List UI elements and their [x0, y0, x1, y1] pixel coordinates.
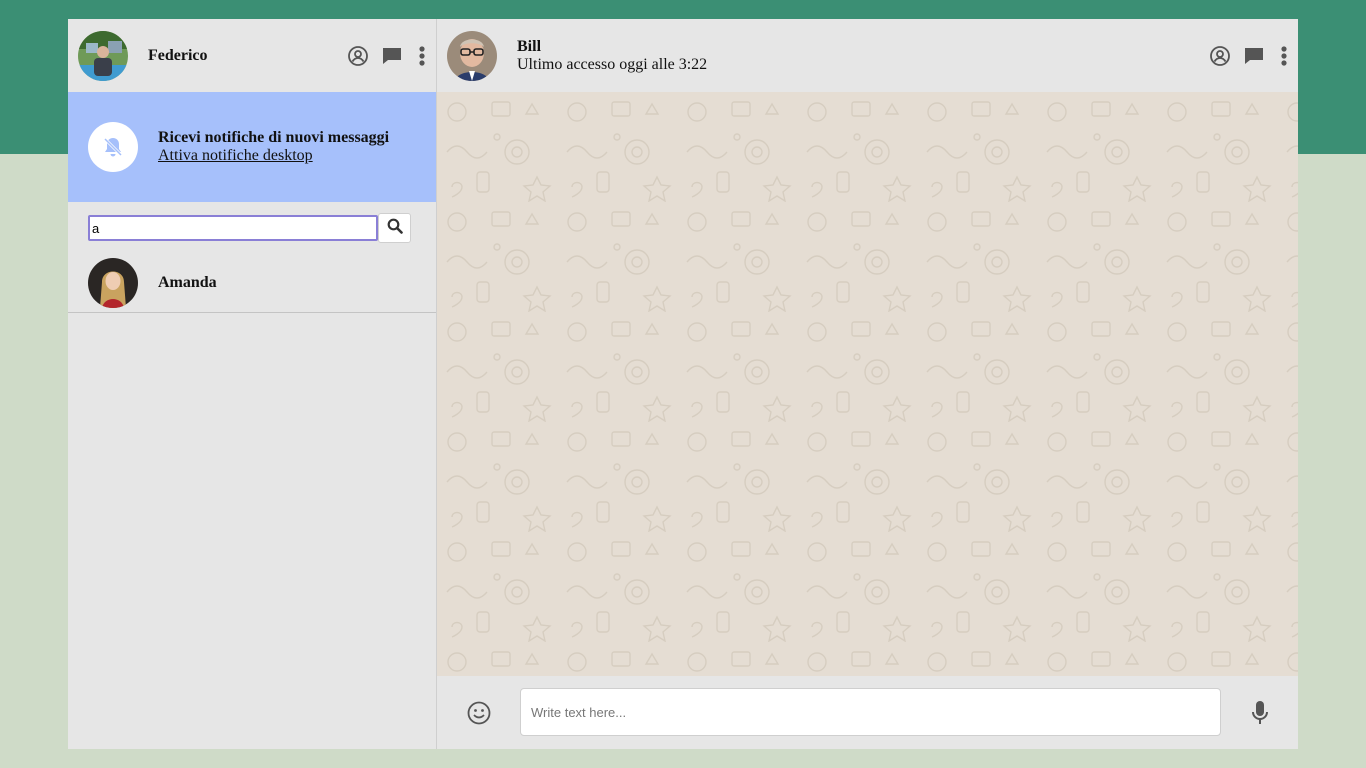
sidebar-header: Federico	[68, 19, 436, 92]
contact-name: Amanda	[158, 274, 217, 291]
chat-header-icons	[1208, 19, 1298, 92]
chat-header: Bill Ultimo accesso oggi alle 3:22	[437, 19, 1298, 92]
sidebar-header-icons	[346, 19, 436, 92]
notification-banner: Ricevi notifiche di nuovi messaggi Attiv…	[68, 92, 436, 202]
chat-panel: Bill Ultimo accesso oggi alle 3:22	[437, 19, 1298, 749]
chat-wallpaper-pattern	[437, 92, 1298, 676]
new-chat-icon[interactable]	[380, 44, 404, 68]
chat-contact-name: Bill	[517, 37, 542, 55]
message-composer	[437, 676, 1298, 749]
chat-contact-avatar[interactable]	[447, 30, 497, 81]
notification-title: Ricevi notifiche di nuovi messaggi	[158, 129, 390, 146]
emoji-icon[interactable]	[466, 700, 492, 726]
new-chat-icon[interactable]	[1242, 44, 1266, 68]
search-row	[68, 202, 436, 254]
user-name: Federico	[148, 46, 208, 64]
status-icon[interactable]	[1208, 44, 1232, 68]
menu-icon[interactable]	[1272, 44, 1296, 68]
notification-text: Ricevi notifiche di nuovi messaggi Attiv…	[158, 129, 389, 165]
last-seen-status: Ultimo accesso oggi alle 3:22	[517, 55, 708, 73]
bell-off-icon	[88, 122, 138, 172]
mic-icon[interactable]	[1249, 700, 1271, 726]
menu-icon[interactable]	[410, 44, 434, 68]
search-icon	[387, 218, 403, 239]
sidebar: Federico Ricevi notifiche di nuovi messa…	[68, 19, 437, 749]
search-input[interactable]	[88, 215, 378, 241]
chat-messages-area[interactable]	[437, 92, 1298, 676]
chat-contact-info: Bill Ultimo accesso oggi alle 3:22	[517, 38, 707, 74]
contact-avatar	[88, 258, 138, 308]
status-icon[interactable]	[346, 44, 370, 68]
contact-list-item[interactable]: Amanda	[68, 254, 436, 313]
app-window: Federico Ricevi notifiche di nuovi messa…	[68, 19, 1298, 749]
message-input[interactable]	[520, 688, 1221, 736]
user-avatar[interactable]	[78, 30, 128, 81]
search-button[interactable]	[378, 213, 411, 243]
enable-notifications-link[interactable]: Attiva notifiche desktop	[158, 147, 389, 165]
